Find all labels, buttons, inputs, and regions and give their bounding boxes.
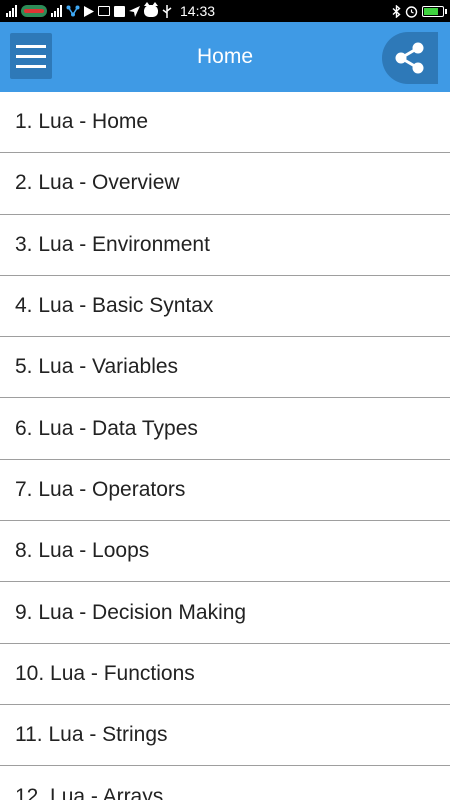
list-item[interactable]: 2. Lua - Overview xyxy=(0,153,450,215)
list-item[interactable]: 11. Lua - Strings xyxy=(0,705,450,767)
play-store-icon xyxy=(84,5,94,17)
usb-icon xyxy=(162,4,172,18)
list-item-label: 4. Lua - Basic Syntax xyxy=(15,294,214,318)
list-item-label: 5. Lua - Variables xyxy=(15,355,179,379)
list-item-label: 3. Lua - Environment xyxy=(15,232,210,256)
carrier-logo-icon xyxy=(21,5,47,17)
list-item-label: 1. Lua - Home xyxy=(15,110,149,134)
list-item-label: 11. Lua - Strings xyxy=(15,723,168,747)
signal-icon xyxy=(51,5,62,17)
list-item[interactable]: 4. Lua - Basic Syntax xyxy=(0,276,450,338)
list-item[interactable]: 3. Lua - Environment xyxy=(0,215,450,276)
mail-icon xyxy=(98,6,110,16)
bluetooth-icon xyxy=(392,4,401,18)
status-bar: 14:33 xyxy=(0,0,450,22)
share-network-icon xyxy=(66,5,80,17)
list-item[interactable]: 12. Lua - Arrays xyxy=(0,766,450,800)
alarm-icon xyxy=(405,5,418,18)
navigation-icon xyxy=(129,5,140,17)
list-item-label: 12. Lua - Arrays xyxy=(15,784,164,800)
list-item-label: 2. Lua - Overview xyxy=(15,171,180,195)
list-item[interactable]: 6. Lua - Data Types xyxy=(0,398,450,460)
list-item[interactable]: 10. Lua - Functions xyxy=(0,644,450,705)
list-item[interactable]: 5. Lua - Variables xyxy=(0,337,450,399)
list-item-label: 7. Lua - Operators xyxy=(15,477,186,501)
list-item-label: 8. Lua - Loops xyxy=(15,539,150,563)
list-item-label: 6. Lua - Data Types xyxy=(15,416,198,440)
cat-icon xyxy=(144,2,158,17)
app-bar: Home xyxy=(0,22,450,92)
battery-charging-icon xyxy=(422,5,447,17)
share-button[interactable] xyxy=(382,32,438,84)
signal-icon xyxy=(6,5,17,17)
list-item-label: 10. Lua - Functions xyxy=(15,661,195,685)
share-icon xyxy=(395,42,424,74)
status-time: 14:33 xyxy=(180,3,216,19)
facebook-icon xyxy=(114,5,125,17)
list-item-label: 9. Lua - Decision Making xyxy=(15,600,247,624)
list-item[interactable]: 7. Lua - Operators xyxy=(0,460,450,522)
status-bar-right xyxy=(392,0,447,22)
list-item[interactable]: 1. Lua - Home xyxy=(0,92,450,154)
topic-list: 1. Lua - Home 2. Lua - Overview 3. Lua -… xyxy=(0,92,450,800)
status-bar-left: 14:33 xyxy=(6,0,215,22)
list-item[interactable]: 9. Lua - Decision Making xyxy=(0,582,450,644)
list-item[interactable]: 8. Lua - Loops xyxy=(0,521,450,583)
